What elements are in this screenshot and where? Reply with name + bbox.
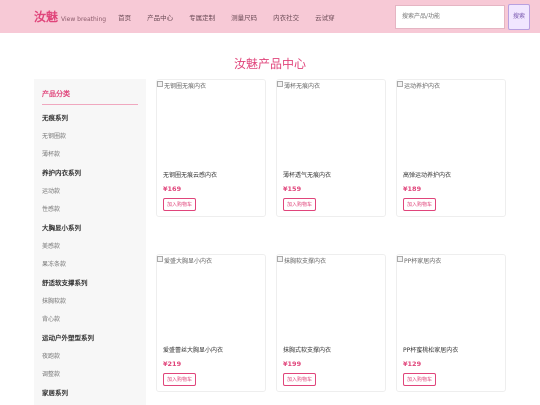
broken-image-icon	[397, 81, 403, 87]
category-item[interactable]: 运动款	[42, 186, 138, 195]
image-alt-text: 薄杯无痕内衣	[284, 83, 321, 90]
add-to-cart-button[interactable]: 加入购物车	[163, 198, 197, 211]
category-item[interactable]: 美感款	[42, 241, 138, 250]
broken-image-icon	[157, 256, 163, 262]
image-alt-text: 抹胸软支撑内衣	[284, 258, 327, 265]
main-nav: 首页 产品中心 专属定制 测量尺码 内衣社交 云试穿	[118, 12, 351, 22]
product-card[interactable]: 薄杯无痕内衣 薄杯透气无痕内衣 ¥159 加入购物车	[276, 79, 386, 217]
category-name[interactable]: 大胸显小系列	[42, 222, 138, 232]
add-to-cart-button[interactable]: 加入购物车	[403, 373, 437, 386]
product-price: ¥159	[283, 185, 302, 193]
product-image[interactable]: 无钢圈无痕内衣	[157, 80, 265, 166]
site-header: 汝魅 View breathing 首页 产品中心 专属定制 测量尺码 内衣社交…	[0, 0, 540, 33]
add-to-cart-button[interactable]: 加入购物车	[163, 373, 197, 386]
nav-social[interactable]: 内衣社交	[273, 12, 299, 22]
product-card[interactable]: 运动养护内衣 高弹运动养护内衣 ¥189 加入购物车	[396, 79, 506, 217]
search-input[interactable]	[395, 4, 505, 29]
category-name[interactable]: 家居系列	[42, 387, 138, 397]
category-name[interactable]: 舒适软支撑系列	[42, 277, 138, 287]
search-bar: 搜索	[395, 3, 530, 30]
category-name[interactable]: 无痕系列	[42, 112, 138, 122]
product-price: ¥219	[163, 360, 182, 368]
category-item[interactable]: 抹胸软款	[42, 296, 138, 305]
product-image[interactable]: 薄杯无痕内衣	[277, 80, 385, 166]
product-name[interactable]: 无钢圈无痕云感内衣	[157, 170, 265, 179]
image-alt-text: 运动养护内衣	[404, 83, 441, 90]
brand-tagline: View breathing	[61, 16, 107, 23]
nav-size[interactable]: 测量尺码	[231, 12, 257, 22]
product-image[interactable]: PP杯家居内衣	[397, 255, 505, 341]
image-alt-text: 爱盛大胸显小内衣	[164, 258, 213, 265]
image-alt-text: 无钢圈无痕内衣	[164, 83, 207, 90]
broken-image-icon	[397, 256, 403, 262]
brand-name: 汝魅	[34, 10, 59, 24]
category-group: 舒适软支撑系列 抹胸软款 背心款	[42, 277, 138, 323]
product-image[interactable]: 爱盛大胸显小内衣	[157, 255, 265, 341]
category-item[interactable]: 调整款	[42, 369, 138, 378]
product-price: ¥129	[403, 360, 422, 368]
sidebar-title: 产品分类	[42, 85, 138, 105]
broken-image-icon	[157, 81, 163, 87]
add-to-cart-button[interactable]: 加入购物车	[283, 373, 317, 386]
product-name[interactable]: 高弹运动养护内衣	[397, 170, 505, 179]
category-item[interactable]: 夜跑款	[42, 351, 138, 360]
product-price: ¥169	[163, 185, 182, 193]
category-item[interactable]: 性感款	[42, 204, 138, 213]
category-group: 无痕系列 无钢圈款 薄杯款	[42, 112, 138, 158]
nav-custom[interactable]: 专属定制	[189, 12, 215, 22]
category-group: 养护内衣系列 运动款 性感款	[42, 167, 138, 213]
add-to-cart-button[interactable]: 加入购物车	[403, 198, 437, 211]
product-image[interactable]: 抹胸软支撑内衣	[277, 255, 385, 341]
broken-image-icon	[277, 81, 283, 87]
add-to-cart-button[interactable]: 加入购物车	[283, 198, 317, 211]
product-name[interactable]: 薄杯透气无痕内衣	[277, 170, 385, 179]
product-image[interactable]: 运动养护内衣	[397, 80, 505, 166]
category-group: 大胸显小系列 美感款 果冻条款	[42, 222, 138, 268]
main-content: 产品分类 无痕系列 无钢圈款 薄杯款 养护内衣系列 运动款 性感款 大胸显小系列…	[0, 79, 540, 405]
product-grid: 无钢圈无痕内衣 无钢圈无痕云感内衣 ¥169 加入购物车 薄杯无痕内衣 薄杯透气…	[156, 79, 506, 405]
category-name[interactable]: 运动户外塑型系列	[42, 332, 138, 342]
category-item[interactable]: 背心款	[42, 314, 138, 323]
product-name[interactable]: 爱盛蕾丝大胸显小内衣	[157, 345, 265, 354]
broken-image-icon	[277, 256, 283, 262]
category-group: 家居系列	[42, 387, 138, 397]
product-name[interactable]: PP杯蜜桃松家居内衣	[397, 345, 505, 354]
product-name[interactable]: 抹胸式软支撑内衣	[277, 345, 385, 354]
brand-logo[interactable]: 汝魅 View breathing	[34, 8, 106, 25]
page-title: 汝魅产品中心	[233, 57, 306, 71]
nav-products[interactable]: 产品中心	[147, 12, 173, 22]
product-card[interactable]: 爱盛大胸显小内衣 爱盛蕾丝大胸显小内衣 ¥219 加入购物车	[156, 254, 266, 392]
search-button[interactable]: 搜索	[508, 3, 530, 30]
product-card[interactable]: PP杯家居内衣 PP杯蜜桃松家居内衣 ¥129 加入购物车	[396, 254, 506, 392]
category-item[interactable]: 无钢圈款	[42, 131, 138, 140]
image-alt-text: PP杯家居内衣	[404, 258, 442, 265]
product-price: ¥189	[403, 185, 422, 193]
product-card[interactable]: 抹胸软支撑内衣 抹胸式软支撑内衣 ¥199 加入购物车	[276, 254, 386, 392]
nav-home[interactable]: 首页	[118, 12, 131, 22]
category-name[interactable]: 养护内衣系列	[42, 167, 138, 177]
nav-tryon[interactable]: 云试穿	[315, 12, 335, 22]
product-card[interactable]: 无钢圈无痕内衣 无钢圈无痕云感内衣 ¥169 加入购物车	[156, 79, 266, 217]
category-item[interactable]: 薄杯款	[42, 149, 138, 158]
category-sidebar: 产品分类 无痕系列 无钢圈款 薄杯款 养护内衣系列 运动款 性感款 大胸显小系列…	[34, 79, 146, 405]
category-item[interactable]: 果冻条款	[42, 259, 138, 268]
category-group: 运动户外塑型系列 夜跑款 调整款	[42, 332, 138, 378]
product-price: ¥199	[283, 360, 302, 368]
